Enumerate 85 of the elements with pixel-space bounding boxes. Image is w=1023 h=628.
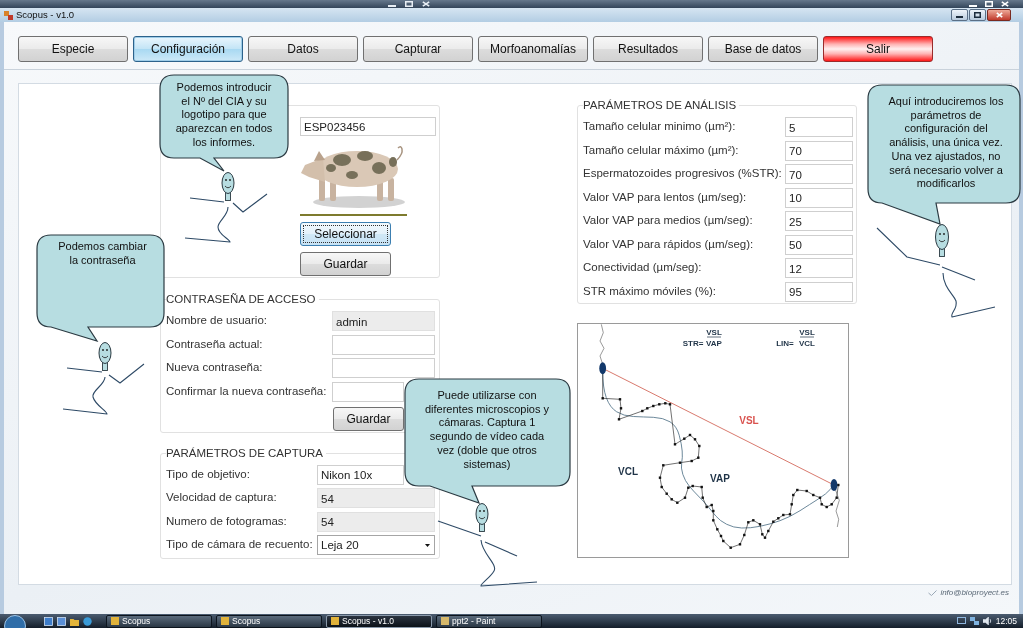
formula-numerator: VSL [706,327,722,337]
save-button[interactable]: Guardar [333,406,404,431]
text-field[interactable]: 50 [785,234,853,255]
select-button[interactable]: Seleccionar [300,222,391,246]
globe-icon[interactable] [83,616,92,626]
path-label: VCL [618,465,638,477]
text-field[interactable] [332,334,435,355]
field-label: Tamaño celular minimo (µm²): [583,119,737,135]
text-field[interactable]: 95 [785,281,853,302]
app-icon [221,617,229,625]
caret-icon [425,544,430,547]
app-icon [331,617,339,625]
text-field[interactable]: 54 [317,511,435,532]
sperm-cell-icon [599,323,607,374]
field-label: Velocidad de captura: [166,490,278,506]
bubble-text: Podemos cambiar la contraseña [57,240,148,268]
close-button[interactable] [987,9,1011,21]
app-icon [4,10,13,20]
field-label: Valor VAP para lentos (µm/seg): [583,189,748,205]
field-label: Nombre de usuario: [166,313,268,329]
field-label: Confirmar la nueva contraseña: [166,383,328,399]
taskbar-button[interactable]: Scopus [106,614,212,628]
minimize-button[interactable] [951,9,968,21]
text-field[interactable]: 12 [785,258,853,278]
start-orb-icon[interactable] [4,614,26,628]
field-label: Numero de fotogramas: [166,513,288,529]
folder-icon[interactable] [70,616,79,626]
tick-icon [928,590,938,596]
close-icon [995,12,1003,18]
text-field[interactable]: 10 [785,187,853,208]
field-label: Conectividad (µm/seg): [583,260,703,276]
email-text: info@bioproyect.es [940,588,1009,598]
app-icon [111,617,119,625]
bubble-text: Puede utilizarse con diferentes microscopios y cámaras. Captura 1 segundo de vídeo cada vez (doble que otros sistemas) [423,389,551,472]
taskbar-button[interactable]: Scopus - v1.0 [326,614,432,628]
tab-button[interactable]: Capturar [363,36,473,62]
text-field[interactable]: 54 [317,488,435,508]
formula-label: STR= [682,338,704,348]
close-icon[interactable] [422,1,430,7]
tab-button[interactable]: Resultados [593,36,703,62]
text-field[interactable] [332,358,435,378]
clock-text: 12:05 [995,615,1017,627]
field-label: Contraseña actual: [166,336,264,352]
text-field[interactable] [332,381,404,402]
speaker-icon[interactable] [982,617,992,625]
taskbar-button[interactable]: Scopus [216,614,322,628]
taskbar-button[interactable]: ppt2 - Paint [436,614,542,628]
app-icon [441,617,449,625]
field-label: Espermatozoides progresivos (%STR): [583,166,783,182]
tab-button[interactable]: Configuración [133,36,243,62]
tab-button[interactable]: Datos [248,36,358,62]
tab-button[interactable]: Base de datos [708,36,818,62]
maximize-icon[interactable] [405,1,413,7]
tab-button[interactable]: Morfoanomalías [478,36,588,62]
text-field[interactable]: ESP023456 [300,117,436,136]
formula-label: LIN= [776,338,794,348]
text-field[interactable]: 5 [785,117,853,137]
network-icon[interactable] [969,617,979,625]
window-title: Scopus - v1.0 [16,9,75,21]
path-label: VSL [739,414,759,426]
dropdown[interactable]: Leja 20 [317,535,435,555]
text-field[interactable]: 25 [785,211,853,231]
text-field[interactable]: 70 [785,164,853,184]
monitor-icon[interactable] [956,617,966,625]
text-field[interactable]: 70 [785,140,853,161]
field-label: Valor VAP para medios (µm/seg): [583,213,754,229]
text-field[interactable]: admin [332,311,435,331]
field-label: Tamaño celular máximo (µm²): [583,142,740,158]
sperm-cell-icon [830,478,840,527]
path-label: VAP [710,472,730,484]
formula-denominator: VCL [799,338,815,348]
exit-button[interactable]: Salir [823,36,933,62]
field-label: STR máximo móviles (%): [583,283,717,299]
bubble-text: Aquí introduciremos los parámetros de configuración del análisis, una única vez. Una vez ajustados, no será necesario volver a modificarlos [887,95,1005,191]
formula-numerator: VSL [799,327,815,337]
formula-denominator: VAP [706,338,722,348]
field-label: Nueva contraseña: [166,360,264,376]
field-label: Tipo de cámara de recuento: [166,537,314,553]
maximize-button[interactable] [969,9,986,21]
save-button[interactable]: Guardar [300,252,391,276]
field-label: Valor VAP para rápidos (µm/seg): [583,236,755,252]
tab-button[interactable]: Especie [18,36,128,62]
text-field[interactable]: Nikon 10x [317,464,404,485]
bubble-text: Podemos introducir el Nº del CIA y su logotipo para que aparezcan en todos los informes. [174,81,274,150]
field-label: Tipo de objetivo: [166,466,251,482]
